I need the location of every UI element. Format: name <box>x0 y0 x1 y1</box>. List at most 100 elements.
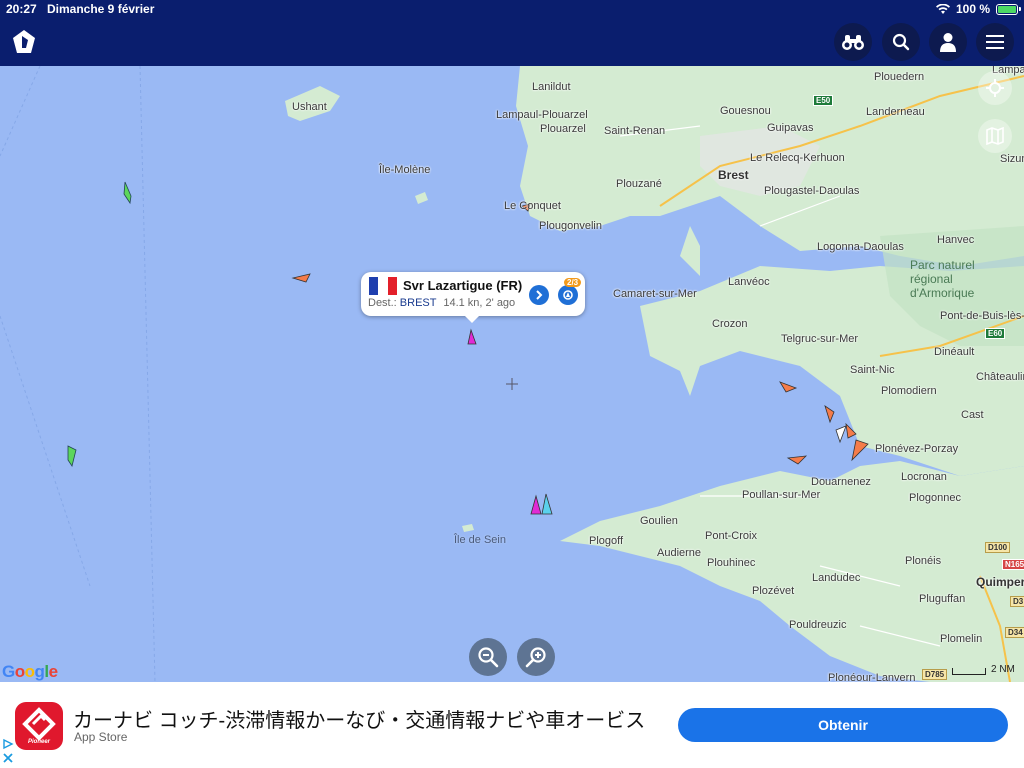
vessel-marker <box>291 273 311 283</box>
place-label: Plougastel-Daoulas <box>764 185 860 197</box>
place-label: Plonévez-Porzay <box>875 443 959 455</box>
zoom-in-icon <box>525 647 546 668</box>
status-time: 20:27 <box>6 2 37 16</box>
place-label: Plonéour-Lanvern <box>828 672 916 682</box>
google-letter: o <box>14 662 25 681</box>
place-label: Hanvec <box>937 234 975 246</box>
map-scale: 2 NM <box>952 664 1015 675</box>
vessel-marker <box>779 381 798 393</box>
zoom-out-button[interactable] <box>469 638 507 676</box>
adchoices-icon[interactable] <box>2 738 14 764</box>
status-date: Dimanche 9 février <box>47 2 155 16</box>
place-label: Plouzané <box>616 178 662 190</box>
road-shield: E50 <box>813 95 834 106</box>
place-label-park: Parc naturel régional d'Armorique <box>910 258 975 300</box>
place-label: Le Conquet <box>504 200 561 212</box>
flag-stripe <box>378 277 388 295</box>
place-label: Plogonnec <box>909 492 961 504</box>
binoculars-button[interactable] <box>834 23 872 61</box>
place-label: Île de Sein <box>454 534 506 546</box>
search-icon <box>892 33 910 51</box>
road-shield: D34 <box>1005 627 1024 638</box>
vessel-marker <box>67 445 77 467</box>
vessel-marker <box>824 405 835 424</box>
status-right: 100 % <box>935 2 1021 16</box>
road-shield: D100 <box>985 542 1011 553</box>
shipping-lane <box>0 315 91 587</box>
map-view[interactable]: Ushant Île-Molène Lanildut Lampaul-Ploua… <box>0 66 1024 682</box>
place-label: Audierne <box>657 547 702 559</box>
marinetraffic-logo-icon[interactable] <box>10 28 38 56</box>
ad-app-icon[interactable]: Pioneer <box>15 702 63 750</box>
vessel-marker-selected <box>467 328 477 345</box>
flag-stripe <box>387 277 397 295</box>
place-label: Poullan-sur-Mer <box>742 489 821 501</box>
place-label: Plougonvelin <box>539 220 602 232</box>
binoculars-icon <box>842 35 864 50</box>
menu-button[interactable] <box>976 23 1014 61</box>
place-label: Landerneau <box>866 106 925 118</box>
place-label: Plouhinec <box>707 557 756 569</box>
place-label: Crozon <box>712 318 748 330</box>
place-label: Île-Molène <box>379 164 431 176</box>
vessel-count-badge: 2/3 <box>564 278 582 287</box>
island-molene <box>415 192 428 204</box>
road-shield: E60 <box>985 328 1006 339</box>
island-sein <box>462 524 474 532</box>
place-label: Logonna-Daoulas <box>817 241 904 253</box>
place-label: Guipavas <box>767 122 814 134</box>
place-label: Pont-Croix <box>705 530 757 542</box>
search-button[interactable] <box>882 23 920 61</box>
zoom-out-icon <box>478 647 499 668</box>
place-label: Plozévet <box>752 585 795 597</box>
ad-banner[interactable]: Pioneer カーナビ コッチ-渋滞情報かーなび・交通情報ナビや車オービス A… <box>0 682 1024 768</box>
destination-value[interactable]: BREST <box>400 297 436 309</box>
vessel-marker <box>851 439 869 462</box>
place-label: Sizun <box>1000 153 1024 165</box>
place-label: Saint-Nic <box>850 364 895 376</box>
zoom-in-button[interactable] <box>517 638 555 676</box>
place-label-city: Quimper <box>976 575 1024 589</box>
place-label: Pluguffan <box>919 593 966 605</box>
land-crozon-north <box>680 226 700 276</box>
battery-percent: 100 % <box>955 2 990 16</box>
flag-icon <box>369 277 397 295</box>
place-label: Goulien <box>640 515 678 527</box>
place-label: Lanildut <box>532 81 571 93</box>
menu-icon <box>986 35 1004 49</box>
vessel-info-popup[interactable]: Svr Lazartigue (FR) Dest.: BREST 14.1 kn… <box>361 272 585 323</box>
user-icon <box>940 33 956 52</box>
map-layers-button[interactable] <box>978 119 1012 153</box>
google-attribution: Google <box>2 662 58 682</box>
shipping-lane <box>0 66 41 157</box>
shipping-lane <box>139 66 156 682</box>
locate-button[interactable] <box>978 71 1012 105</box>
vessel-details-button[interactable] <box>529 285 549 305</box>
destination-label: Dest.: <box>368 297 397 309</box>
scale-label: 2 NM <box>991 664 1015 675</box>
place-label: Châteaulin <box>976 371 1024 383</box>
place-label: Camaret-sur-Mer <box>613 288 697 300</box>
google-letter: G <box>2 662 15 681</box>
google-letter: e <box>48 662 58 681</box>
road-shield: D3 <box>1010 596 1024 607</box>
scale-bar <box>952 668 986 675</box>
ad-get-button[interactable]: Obtenir <box>678 708 1008 742</box>
account-button[interactable] <box>929 23 967 61</box>
google-letter: o <box>24 662 35 681</box>
chevron-right-icon <box>536 290 543 300</box>
vessel-cycle-button[interactable] <box>558 285 578 305</box>
vessel-marker <box>786 455 808 465</box>
ad-title[interactable]: カーナビ コッチ-渋滞情報かーなび・交通情報ナビや車オービス <box>73 704 645 733</box>
place-label: Plomelin <box>940 633 983 645</box>
place-label: Gouesnou <box>720 105 771 117</box>
place-label-city: Brest <box>718 168 749 182</box>
locate-icon <box>986 79 1004 97</box>
place-label: Le Relecq-Kerhuon <box>750 152 845 164</box>
app-header <box>0 18 1024 66</box>
place-label: Ushant <box>292 101 327 113</box>
place-label: Pont-de-Buis-lès- <box>940 310 1024 322</box>
place-label: Telgruc-sur-Mer <box>781 333 859 345</box>
battery-fill <box>998 5 1016 13</box>
status-bar: 20:27 Dimanche 9 février 100 % <box>0 0 1024 18</box>
